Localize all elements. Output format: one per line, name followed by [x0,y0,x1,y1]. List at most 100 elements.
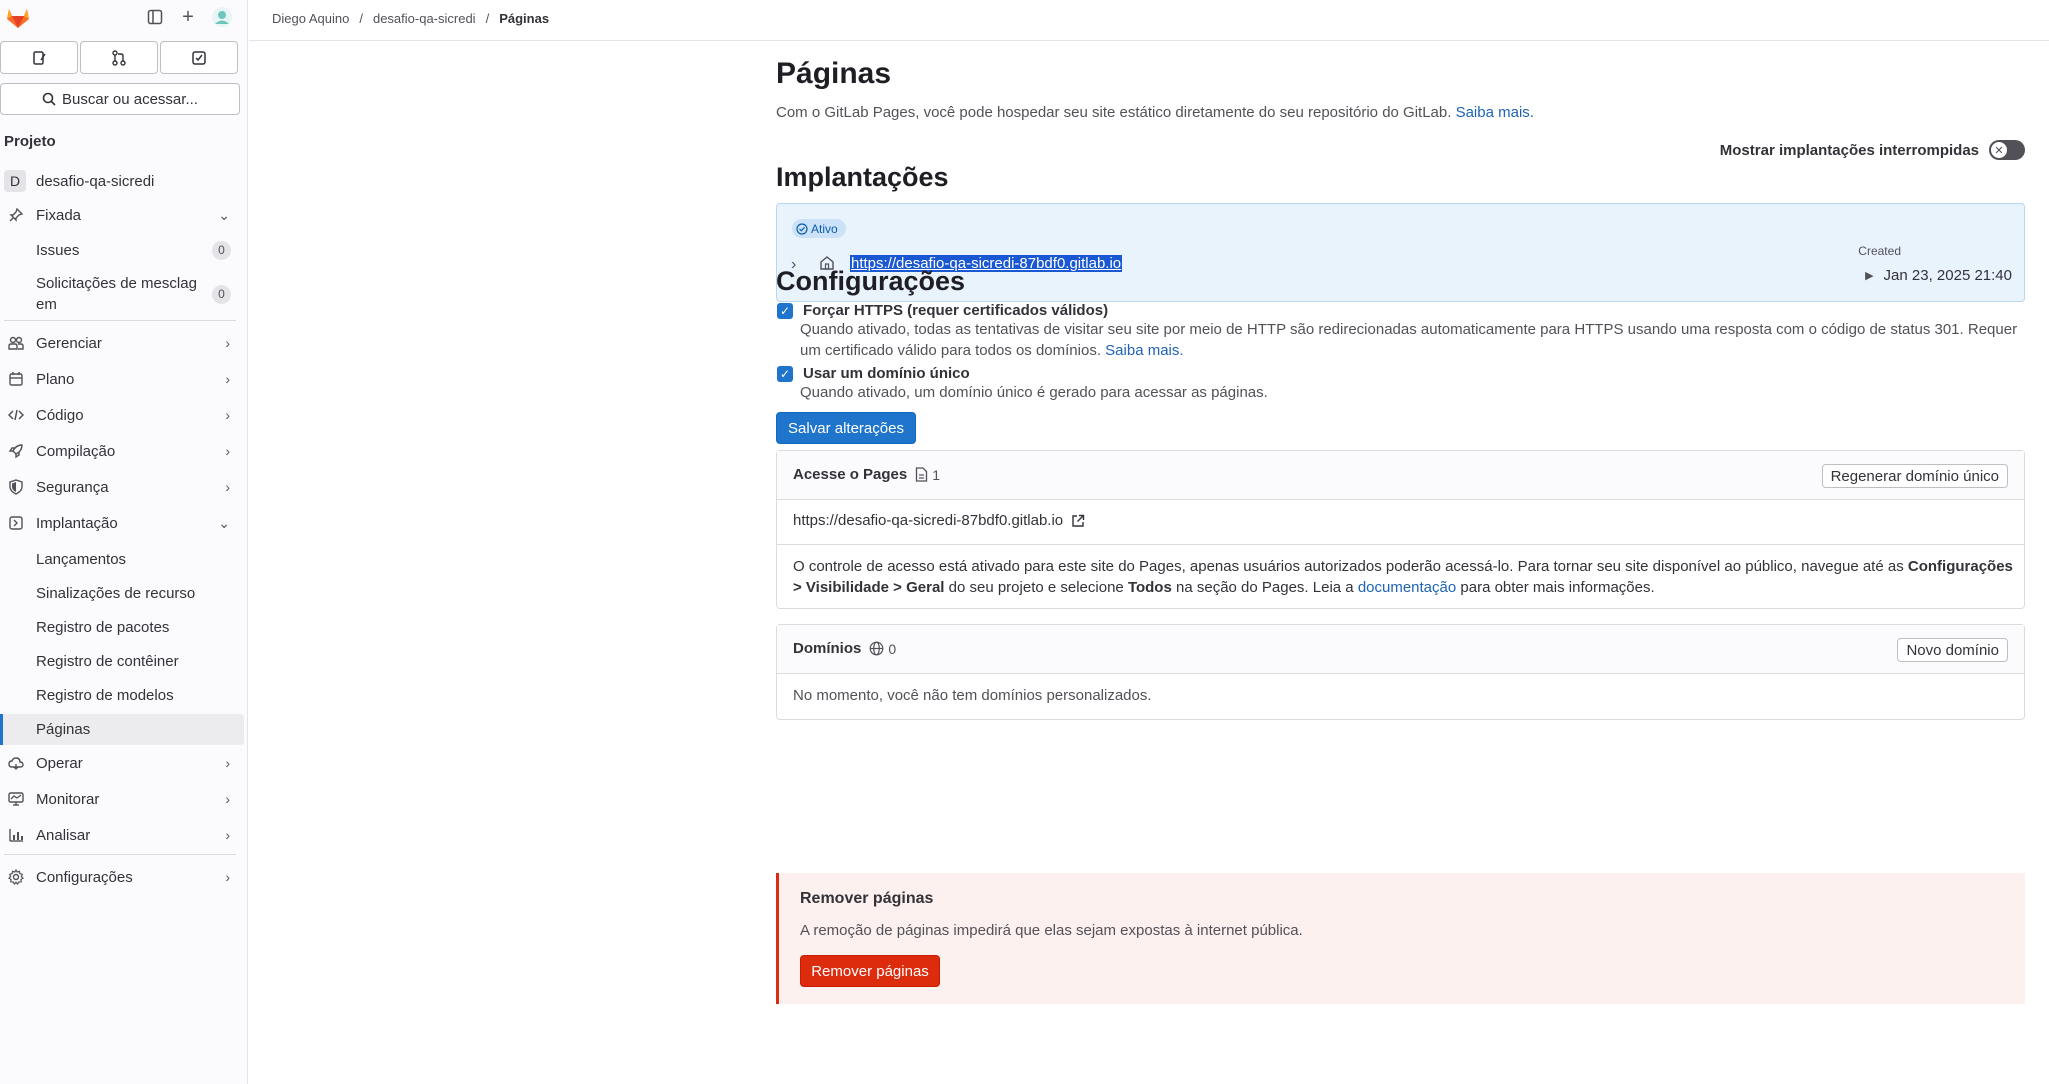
chevron-right-icon: › [225,371,230,387]
sidebar-item-issues[interactable]: Issues 0 [0,234,244,266]
users-icon [7,334,25,352]
access-url-link[interactable]: https://desafio-qa-sicredi-87bdf0.gitlab… [793,512,1085,529]
sidebar-item-label: Código [36,406,84,424]
force-https-checkbox-row[interactable]: ✓ Forçar HTTPS (requer certificados váli… [776,302,1108,319]
sidebar-subitem-container-registry[interactable]: Registro de contêiner [36,653,179,670]
domains-count: 0 [869,641,896,657]
sidebar-subitem-releases[interactable]: Lançamentos [36,551,126,568]
sidebar-item-monitor[interactable]: Monitorar › [0,783,244,815]
domains-empty-row: No momento, você não tem domínios person… [777,674,2024,719]
project-name: desafio-qa-sicredi [36,172,155,190]
sidebar-section-title: Projeto [4,133,56,150]
chevron-right-icon: › [225,869,230,885]
user-avatar-icon[interactable] [210,5,234,29]
issues-tab-button[interactable] [0,41,78,74]
sidebar-item-project[interactable]: desafio-qa-sicredi [0,165,244,197]
todos-tab-button[interactable] [160,41,238,74]
merge-requests-count-badge: 0 [212,284,231,304]
status-badge: Ativo [792,219,846,238]
show-stopped-deployments-toggle[interactable]: Mostrar implantações interrompidas ✕ [1720,140,2025,160]
breadcrumb-separator: / [485,11,490,26]
sidebar-quick-tabs [0,41,240,74]
sidebar-item-label: Implantação [36,514,118,532]
sidebar-item-label: Operar [36,754,83,772]
top-bar: Diego Aquino / desafio-qa-sicredi / Pági… [249,0,2049,41]
sidebar-item-label: Segurança [36,478,109,496]
sidebar-item-label: Issues [36,241,80,259]
chevron-right-icon: › [225,755,230,771]
sidebar-divider [4,854,236,855]
chevron-down-icon: ⌄ [218,206,230,223]
sidebar-item-plan[interactable]: Plano › [0,363,244,395]
pin-icon [7,206,25,224]
chevron-down-icon: ⌄ [218,514,230,531]
sidebar-subitem-model-registry[interactable]: Registro de modelos [36,687,174,704]
toggle-switch[interactable]: ✕ [1989,140,2025,160]
unique-domain-label: Usar um domínio único [803,365,970,382]
sidebar-divider [4,320,236,321]
sidebar-subitem-feature-flags[interactable]: Sinalizações de recurso [36,585,195,602]
force-https-checkbox[interactable]: ✓ [777,302,793,319]
save-button[interactable]: Salvar alterações [776,412,916,444]
merge-request-icon [112,49,126,66]
force-https-learn-more-link[interactable]: Saiba mais. [1105,342,1183,359]
learn-more-link[interactable]: Saiba mais. [1456,104,1534,121]
sidebar-item-merge-requests[interactable]: Solicitações de mesclag em 0 [0,272,244,316]
calendar-icon [7,370,25,388]
merge-requests-tab-button[interactable] [80,41,158,74]
sidebar-item-operate[interactable]: Operar › [0,747,244,779]
sidebar-item-label: Plano [36,370,75,388]
sidebar-active-indicator [0,714,3,745]
search-icon [42,92,56,106]
remove-pages-title: Remover páginas [800,890,934,907]
sidebar-item-label: Analisar [36,826,91,844]
breadcrumb-current[interactable]: Páginas [499,11,549,26]
access-url-row: https://desafio-qa-sicredi-87bdf0.gitlab… [777,500,2024,545]
created-label: Created [1858,244,1901,258]
sidebar-item-code[interactable]: Código › [0,399,244,431]
chevron-right-icon: › [225,335,230,351]
sidebar-item-deploy[interactable]: Implantação ⌄ [0,507,244,539]
deployments-title: Implantações [776,162,949,192]
documentation-link[interactable]: documentação [1358,579,1456,596]
breadcrumb: Diego Aquino / desafio-qa-sicredi / Pági… [272,11,549,26]
sidebar-item-label: Monitorar [36,790,100,808]
domains-empty-text: No momento, você não tem domínios person… [793,687,1152,704]
sidebar-item-build[interactable]: Compilação › [0,435,244,467]
pinned-label: Fixada [36,206,82,224]
sidebar-item-label: Compilação [36,442,116,460]
unique-domain-checkbox-row[interactable]: ✓ Usar um domínio único [776,365,970,382]
sidebar-item-analyze[interactable]: Analisar › [0,819,244,851]
sidebar-subitem-package-registry[interactable]: Registro de pacotes [36,619,169,636]
sidebar-item-pinned[interactable]: Fixada ⌄ [0,199,244,231]
gear-icon [7,868,25,886]
sidebar-subitem-pages[interactable]: Páginas [36,721,90,738]
unique-domain-checkbox[interactable]: ✓ [777,365,793,382]
search-button[interactable]: Buscar ou acessar... [0,83,240,115]
created-value[interactable]: ▶ Jan 23, 2025 21:40 [1865,267,2012,284]
sidebar-item-settings[interactable]: Configurações › [0,861,244,893]
shield-icon [7,478,25,496]
regenerate-domain-button[interactable]: Regenerar domínio único [1821,464,2008,488]
external-link-icon [1072,514,1085,527]
sidebar-item-security[interactable]: Segurança › [0,471,244,503]
chevron-right-icon: › [225,407,230,423]
breadcrumb-owner[interactable]: Diego Aquino [272,11,349,26]
check-circle-icon [796,222,808,235]
domains-panel-header: Domínios 0 Novo domínio [777,625,2024,674]
play-icon: ▶ [1865,270,1874,282]
sidebar-item-label: Gerenciar [36,334,102,352]
monitor-icon [7,790,25,808]
sidebar-toggle-icon[interactable] [143,5,167,29]
issues-icon [33,50,46,65]
new-domain-button[interactable]: Novo domínio [1897,638,2008,662]
sidebar-item-manage[interactable]: Gerenciar › [0,327,244,359]
sidebar-item-label: Configurações [36,868,133,886]
domains-panel: Domínios 0 Novo domínio No momento, você… [776,624,2025,720]
plus-icon[interactable]: + [176,5,200,29]
remove-pages-button[interactable]: Remover páginas [800,955,940,987]
gitlab-logo-icon[interactable] [5,4,31,30]
breadcrumb-project[interactable]: desafio-qa-sicredi [373,11,476,26]
settings-title: Configurações [776,266,966,296]
globe-icon [869,641,884,656]
